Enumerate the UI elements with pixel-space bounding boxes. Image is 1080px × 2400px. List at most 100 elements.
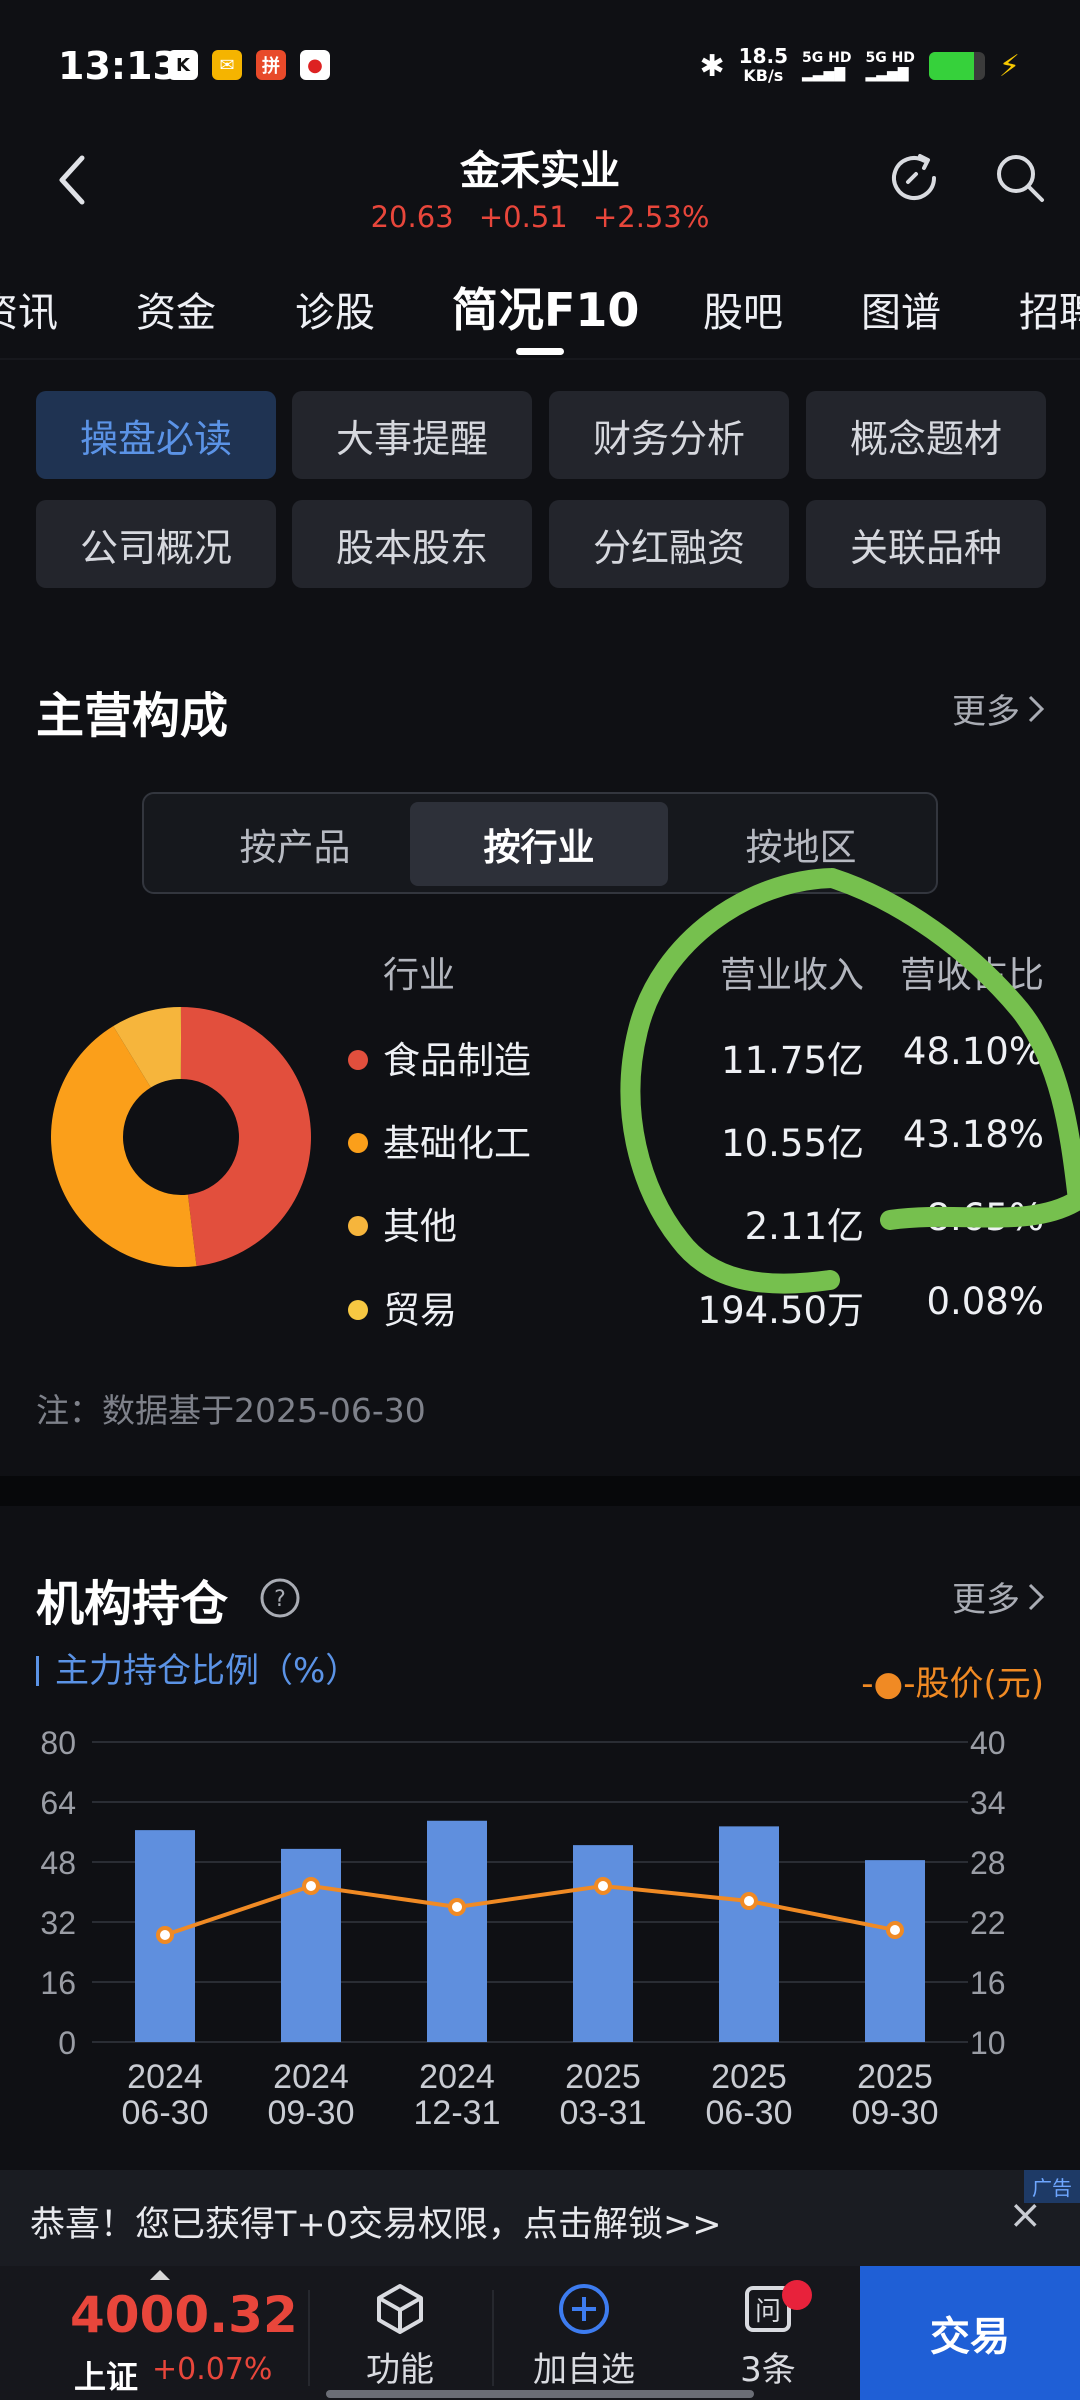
x-tick-label: 2024 — [273, 2058, 349, 2096]
index-change[interactable]: +0.07% — [152, 2352, 272, 2387]
shopping-app-icon: 拼 — [256, 50, 286, 80]
signal-2: 5G HD ▂▃▅▇ — [865, 50, 914, 82]
notification-badge — [782, 2280, 812, 2310]
add-watchlist-label: 加自选 — [533, 2350, 635, 2390]
signal-bars-icon: ▂▃▅▇ — [865, 66, 909, 82]
stock-change: +0.51 — [478, 200, 568, 234]
chevron-right-icon — [1028, 1583, 1045, 1610]
tab-recruit[interactable]: 招聘 — [1019, 280, 1080, 338]
tab-f10[interactable]: 简况F10 — [452, 274, 639, 340]
divider — [308, 2290, 310, 2386]
y-right-tick-label: 28 — [970, 1845, 1006, 1881]
status-bar: 13:13 K ✉ 拼 ● ✱ 18.5 KB/s 5G HD ▂▃▅▇ 5G H… — [0, 0, 1080, 130]
bar — [719, 1826, 779, 2042]
header-industry: 行业 — [383, 955, 456, 996]
price-point — [448, 1898, 466, 1916]
x-tick-label: 12-31 — [414, 2094, 501, 2132]
btn-financial[interactable]: 财务分析 — [549, 391, 789, 479]
institutional-holdings-chart: 0 1016 1632 2248 2864 3480 40202406-30202409-3… — [40, 1725, 1006, 2132]
speed-unit: KB/s — [743, 66, 784, 85]
institutional-more[interactable]: 更多 — [952, 1572, 1046, 1621]
mail-app-icon: ✉ — [212, 50, 242, 80]
institutional-title: 机构持仓 — [36, 1576, 229, 1632]
legend-dot — [348, 1050, 368, 1070]
btn-company-profile[interactable]: 公司概况 — [36, 500, 276, 588]
refresh-icon[interactable] — [884, 148, 944, 208]
btn-events[interactable]: 大事提醒 — [292, 391, 532, 479]
x-tick-label: 06-30 — [706, 2094, 793, 2132]
y-right-tick-label: 10 — [970, 2025, 1006, 2061]
bottom-bar: 4000.32 上证 +0.07% 功能 加自选 问 3条 交易 — [0, 2266, 1080, 2400]
index-name[interactable]: 上证 — [74, 2352, 138, 2398]
svg-text:问: 问 — [755, 2297, 781, 2327]
active-tab-indicator — [516, 348, 564, 355]
tab-diagnosis[interactable]: 诊股 — [295, 280, 375, 338]
y-left-tick-label: 32 — [40, 1905, 76, 1941]
app-k-icon: K — [168, 50, 198, 80]
tab-graph[interactable]: 图谱 — [861, 280, 941, 338]
status-time: 13:13 — [58, 44, 179, 88]
question-icon[interactable]: ? — [258, 1576, 302, 1620]
game-app-icon: ● — [300, 50, 330, 80]
plus-circle-icon — [559, 2284, 609, 2334]
price-point — [156, 1926, 174, 1944]
home-indicator[interactable] — [326, 2390, 754, 2398]
legend-dot — [348, 1133, 368, 1153]
battery-icon — [928, 52, 985, 80]
tab-bar: 资讯 资金 诊股 简况F10 股吧 图谱 招聘 — [0, 270, 1080, 350]
y-right-tick-label: 22 — [970, 1905, 1006, 1941]
signal-1-label: 5G HD — [802, 50, 852, 66]
btn-concepts[interactable]: 概念题材 — [806, 391, 1046, 479]
y-left-tick-label: 64 — [40, 1785, 76, 1821]
row-name: 基础化工 — [383, 1122, 531, 1165]
more-label: 更多 — [952, 692, 1020, 732]
y-left-tick-label: 48 — [40, 1845, 76, 1881]
messages-button[interactable]: 问 3条 — [698, 2280, 838, 2391]
x-tick-label: 2025 — [565, 2058, 641, 2096]
legend-stock-price: -●-股价(元) — [861, 1664, 1044, 1704]
function-button[interactable]: 功能 — [330, 2280, 470, 2391]
btn-dividends[interactable]: 分红融资 — [549, 500, 789, 588]
stock-price: 20.63 — [370, 200, 454, 234]
tab-news[interactable]: 资讯 — [0, 280, 58, 338]
price-point — [886, 1921, 904, 1939]
btn-trading-guide[interactable]: 操盘必读 — [36, 391, 276, 479]
battery-level — [928, 52, 974, 80]
index-value[interactable]: 4000.32 — [70, 2286, 298, 2344]
row-name: 食品制造 — [383, 1039, 531, 1082]
search-icon[interactable] — [990, 148, 1050, 208]
network-speed: 18.5 KB/s — [739, 46, 788, 86]
tab-funds[interactable]: 资金 — [136, 280, 216, 338]
y-right-tick-label: 34 — [970, 1785, 1006, 1821]
price-line — [164, 1883, 896, 1937]
x-tick-label: 03-31 — [560, 2094, 647, 2132]
trade-button[interactable]: 交易 — [860, 2266, 1080, 2400]
status-right: ✱ 18.5 KB/s 5G HD ▂▃▅▇ 5G HD ▂▃▅▇ ⚡ — [700, 46, 1020, 86]
signal-1: 5G HD ▂▃▅▇ — [802, 50, 851, 82]
close-icon[interactable]: × — [1008, 2192, 1042, 2238]
tab-forum[interactable]: 股吧 — [703, 280, 783, 338]
btn-shareholders[interactable]: 股本股东 — [292, 500, 532, 588]
bar — [573, 1845, 633, 2042]
segment-by-product[interactable]: 按产品 — [166, 802, 424, 886]
add-watchlist-button[interactable]: 加自选 — [514, 2280, 654, 2391]
x-tick-label: 2024 — [419, 2058, 495, 2096]
legend-dot — [348, 1216, 368, 1236]
bar — [427, 1820, 487, 2042]
promo-banner[interactable]: 恭喜！您已获得T+0交易权限，点击解锁>> 广告 × — [0, 2170, 1080, 2266]
cube-icon — [377, 2284, 423, 2334]
divider — [492, 2290, 494, 2386]
btn-related[interactable]: 关联品种 — [806, 500, 1046, 588]
hand-drawn-annotation — [620, 868, 1080, 1294]
legend-holding-ratio: 主力持仓比例（%） — [36, 1654, 359, 1688]
x-tick-label: 09-30 — [268, 2094, 355, 2132]
banner-text[interactable]: 恭喜！您已获得T+0交易权限，点击解锁>> — [30, 2196, 722, 2247]
price-point — [594, 1877, 612, 1895]
chevron-right-icon — [1028, 695, 1045, 722]
x-tick-label: 2025 — [711, 2058, 787, 2096]
price-point — [302, 1877, 320, 1895]
main-business-more[interactable]: 更多 — [952, 684, 1046, 733]
bar — [865, 1860, 925, 2042]
header-divider — [0, 358, 1080, 360]
expand-arrow-icon[interactable] — [150, 2270, 170, 2280]
